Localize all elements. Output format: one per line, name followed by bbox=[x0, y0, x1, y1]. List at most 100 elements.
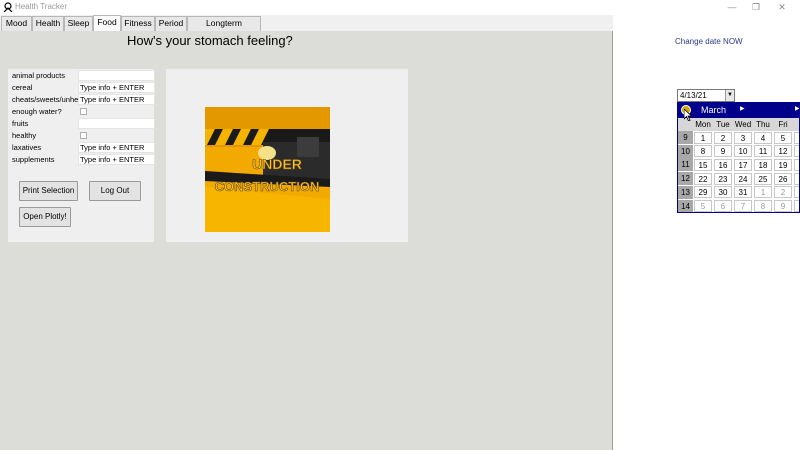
date-value: 4/13/21 bbox=[680, 91, 707, 100]
calendar-day[interactable]: 3 bbox=[794, 186, 799, 199]
calendar-dow: S bbox=[793, 118, 799, 131]
print-selection-button[interactable]: Print Selection bbox=[19, 181, 78, 201]
logout-button[interactable]: Log Out bbox=[89, 181, 141, 201]
calendar-dow: Mon bbox=[693, 118, 713, 131]
image-text-construction: CONSTRUCTION bbox=[215, 179, 320, 194]
enough-water-checkbox[interactable] bbox=[80, 108, 87, 115]
tab-food[interactable]: Food bbox=[93, 15, 121, 31]
cereal-input[interactable]: Type info + ENTER bbox=[78, 82, 155, 93]
window-title: Health Tracker bbox=[15, 2, 68, 11]
calendar-popup: March ▶ ▶ MonTueWedThuFriS91234561089101… bbox=[677, 102, 800, 213]
calendar-day[interactable]: 8 bbox=[694, 145, 712, 158]
food-form: animal products cereal Type info + ENTER… bbox=[8, 69, 155, 242]
calendar-day[interactable]: 9 bbox=[714, 145, 732, 158]
calendar-day[interactable]: 15 bbox=[694, 158, 712, 171]
calendar-week-number: 10 bbox=[678, 144, 693, 158]
page-heading: How's your stomach feeling? bbox=[127, 33, 293, 48]
tab-bar: Mood Health Sleep Food Fitness Period Lo… bbox=[0, 15, 613, 41]
field-healthy: healthy bbox=[10, 130, 154, 142]
field-laxatives: laxatives Type info + ENTER bbox=[10, 142, 155, 154]
calendar-day[interactable]: 2 bbox=[794, 172, 799, 185]
calendar-week-number: 11 bbox=[678, 158, 693, 172]
open-plotly-button[interactable]: Open Plotly! bbox=[19, 207, 71, 227]
tab-mood[interactable]: Mood bbox=[1, 16, 32, 31]
next-year-icon[interactable]: ▶ bbox=[795, 105, 799, 112]
tab-health[interactable]: Health bbox=[32, 16, 64, 31]
calendar-day[interactable]: 1 bbox=[794, 145, 799, 158]
calendar-day[interactable]: 7 bbox=[734, 200, 752, 212]
tab-period[interactable]: Period bbox=[155, 16, 187, 31]
tab-longterm-changes[interactable]: Longterm Changes bbox=[187, 16, 261, 41]
calendar-week-number: 14 bbox=[678, 199, 693, 212]
calendar-day[interactable]: 26 bbox=[774, 172, 792, 185]
calendar-day[interactable]: 8 bbox=[754, 200, 772, 212]
tab-sleep[interactable]: Sleep bbox=[64, 16, 93, 31]
fruits-input[interactable] bbox=[78, 118, 155, 129]
change-date-link[interactable]: Change date NOW bbox=[675, 37, 743, 46]
field-label: cheats/sweets/unhealthy bbox=[12, 95, 78, 104]
supplements-input[interactable]: Type info + ENTER bbox=[78, 154, 155, 165]
calendar-day[interactable]: 2 bbox=[794, 158, 799, 171]
calendar-day[interactable]: 11 bbox=[754, 145, 772, 158]
calendar-day[interactable]: 10 bbox=[734, 145, 752, 158]
calendar-day[interactable]: 25 bbox=[754, 172, 772, 185]
field-animal-products: animal products bbox=[10, 70, 155, 82]
calendar-day[interactable]: 22 bbox=[694, 172, 712, 185]
field-enough-water: enough water? bbox=[10, 106, 154, 118]
next-month-icon[interactable]: ▶ bbox=[740, 105, 745, 112]
calendar-day[interactable]: 5 bbox=[694, 200, 712, 212]
mouse-cursor-icon bbox=[684, 109, 692, 121]
calendar-dow: Fri bbox=[773, 118, 793, 131]
calendar-day[interactable]: 4 bbox=[754, 131, 772, 144]
calendar-day[interactable]: 30 bbox=[714, 186, 732, 199]
calendar-day[interactable]: 23 bbox=[714, 172, 732, 185]
field-label: fruits bbox=[12, 119, 29, 128]
calendar-day[interactable]: 1 bbox=[794, 200, 799, 212]
calendar-day[interactable]: 19 bbox=[774, 158, 792, 171]
laxatives-input[interactable]: Type info + ENTER bbox=[78, 142, 155, 153]
healthy-checkbox[interactable] bbox=[80, 132, 87, 139]
image-text-under: UNDER bbox=[252, 156, 302, 172]
field-supplements: supplements Type info + ENTER bbox=[10, 154, 155, 166]
animal-products-input[interactable] bbox=[78, 70, 155, 81]
field-label: enough water? bbox=[12, 107, 62, 116]
calendar-day[interactable]: 17 bbox=[734, 158, 752, 171]
calendar-day[interactable]: 6 bbox=[794, 131, 799, 144]
cheats-input[interactable]: Type info + ENTER bbox=[78, 94, 155, 105]
under-construction-image: UNDER CONSTRUCTION bbox=[205, 107, 330, 232]
calendar-day[interactable]: 24 bbox=[734, 172, 752, 185]
field-cheats: cheats/sweets/unhealthy Type info + ENTE… bbox=[10, 94, 155, 106]
calendar-day[interactable]: 3 bbox=[734, 131, 752, 144]
date-picker-field[interactable]: 4/13/21 ▼ bbox=[677, 89, 735, 102]
calendar-day[interactable]: 9 bbox=[774, 200, 792, 212]
calendar-day[interactable]: 16 bbox=[714, 158, 732, 171]
calendar-day[interactable]: 18 bbox=[754, 158, 772, 171]
calendar-week-number: 13 bbox=[678, 185, 693, 199]
field-label: healthy bbox=[12, 131, 37, 140]
calendar-day[interactable]: 31 bbox=[734, 186, 752, 199]
calendar-day[interactable]: 5 bbox=[774, 131, 792, 144]
calendar-day[interactable]: 29 bbox=[694, 186, 712, 199]
calendar-day[interactable]: 12 bbox=[774, 145, 792, 158]
calendar-day[interactable]: 2 bbox=[774, 186, 792, 199]
calendar-dow: Tue bbox=[713, 118, 733, 131]
calendar-day[interactable]: 1 bbox=[694, 131, 712, 144]
tab-fitness[interactable]: Fitness bbox=[121, 16, 155, 31]
calendar-week-number: 9 bbox=[678, 131, 693, 144]
field-label: laxatives bbox=[12, 143, 42, 152]
dropdown-arrow-icon[interactable]: ▼ bbox=[725, 90, 734, 101]
close-icon[interactable]: ✕ bbox=[770, 0, 794, 15]
field-fruits: fruits bbox=[10, 118, 155, 130]
app-icon bbox=[3, 2, 13, 12]
calendar-month: March bbox=[701, 105, 727, 115]
field-cereal: cereal Type info + ENTER bbox=[10, 82, 155, 94]
calendar-day[interactable]: 2 bbox=[714, 131, 732, 144]
calendar-day[interactable]: 6 bbox=[714, 200, 732, 212]
field-label: animal products bbox=[12, 71, 65, 80]
calendar-header: March ▶ ▶ bbox=[678, 103, 799, 118]
calendar-dow: Thu bbox=[753, 118, 773, 131]
calendar-day[interactable]: 1 bbox=[754, 186, 772, 199]
title-bar: Health Tracker — ❐ ✕ bbox=[0, 0, 800, 15]
minimize-icon[interactable]: — bbox=[720, 0, 744, 15]
restore-icon[interactable]: ❐ bbox=[744, 0, 768, 15]
